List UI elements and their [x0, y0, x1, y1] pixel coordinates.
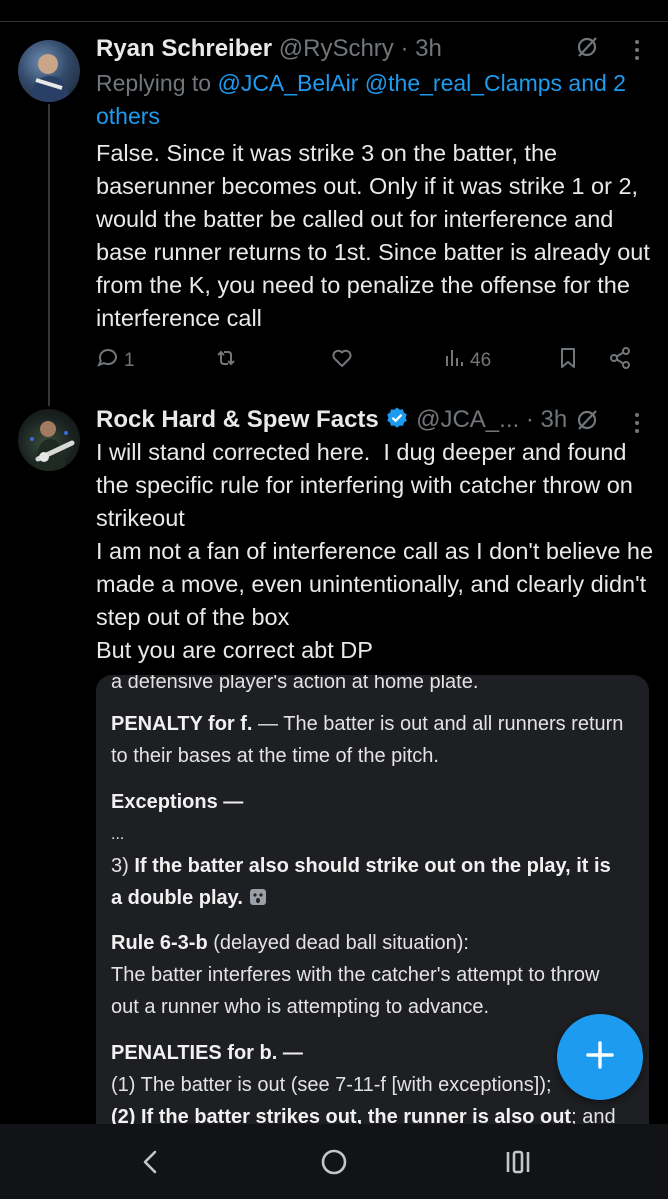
handle-time: @RySchry · 3h [278, 35, 442, 62]
handle: @JCA_... [416, 406, 520, 433]
replying-to-label: Replying to [96, 70, 218, 96]
scream-emoji-icon [248, 886, 268, 917]
rule-text-line: to their bases at the time of the pitch. [111, 745, 439, 767]
views-count: 46 [470, 350, 492, 371]
bookmark-button[interactable] [556, 346, 580, 376]
tweet-text: False. Since it was strike 3 on the batt… [96, 140, 657, 331]
tweet-header: Rock Hard & Spew Facts @JCA_... · 3h [96, 406, 567, 437]
like-button[interactable] [330, 346, 358, 376]
rule-text-line: PENALTIES for b. — [111, 1042, 303, 1064]
bookmark-icon [556, 346, 580, 376]
replying-to: Replying to @JCA_BelAir @the_real_Clamps… [96, 67, 648, 133]
post-time: · 3h [525, 406, 568, 433]
system-navigation-bar [0, 1124, 668, 1199]
plus-icon [585, 1040, 615, 1075]
tweet-actions: 1 46 [96, 346, 648, 386]
views-icon [442, 346, 466, 376]
rule-text-line: (1) The batter is out (see 7-11-f [with … [111, 1074, 552, 1096]
verified-badge-icon [385, 406, 409, 437]
back-icon[interactable] [130, 1144, 170, 1180]
tweet-ryan-schreiber[interactable]: Ryan Schreiber @RySchry · 3h Replying to… [96, 30, 650, 410]
more-icon[interactable] [632, 38, 642, 68]
recents-icon[interactable] [498, 1144, 538, 1180]
retweet-icon [214, 346, 238, 376]
grok-icon[interactable] [574, 34, 600, 66]
rule-text-line: PENALTY for f. — The batter is out and a… [111, 713, 624, 735]
rule-text-line: a double play. [111, 883, 268, 917]
rule-text-line: 3) If the batter also should strike out … [111, 855, 611, 877]
tweet-text: I will stand corrected here. I dug deepe… [96, 439, 654, 663]
display-name[interactable]: Rock Hard & Spew Facts [96, 406, 379, 433]
share-button[interactable] [608, 346, 632, 376]
reply-button[interactable]: 1 [96, 346, 135, 376]
previous-tweet-actions-strip [0, 0, 668, 22]
display-name[interactable]: Ryan Schreiber [96, 35, 272, 62]
heart-icon [330, 346, 354, 376]
rule-text-line: Exceptions — [111, 791, 244, 813]
rule-text-line: out a runner who is attempting to advanc… [111, 996, 490, 1018]
avatar[interactable] [18, 40, 80, 102]
tweet-rock-hard-spew-facts[interactable]: Rock Hard & Spew Facts @JCA_... · 3h I w… [96, 402, 653, 663]
avatar[interactable] [18, 409, 80, 471]
reply-count: 1 [124, 350, 135, 371]
rule-text-line: The batter interferes with the catcher's… [111, 964, 600, 986]
rule-text-line: a defensive player's action at home plat… [111, 675, 479, 693]
compose-button[interactable] [557, 1014, 643, 1100]
tweet-header: Ryan Schreiber @RySchry · 3h [96, 35, 442, 63]
share-icon [608, 346, 632, 376]
grok-icon[interactable] [574, 407, 600, 439]
retweet-button[interactable] [214, 346, 242, 376]
home-icon[interactable] [314, 1144, 354, 1180]
views-button[interactable]: 46 [442, 346, 491, 376]
thread-connector-line [48, 104, 50, 406]
reply-icon [96, 346, 120, 376]
rule-text-line: ... [111, 826, 125, 843]
rule-text-line: Rule 6-3-b (delayed dead ball situation)… [111, 932, 469, 954]
